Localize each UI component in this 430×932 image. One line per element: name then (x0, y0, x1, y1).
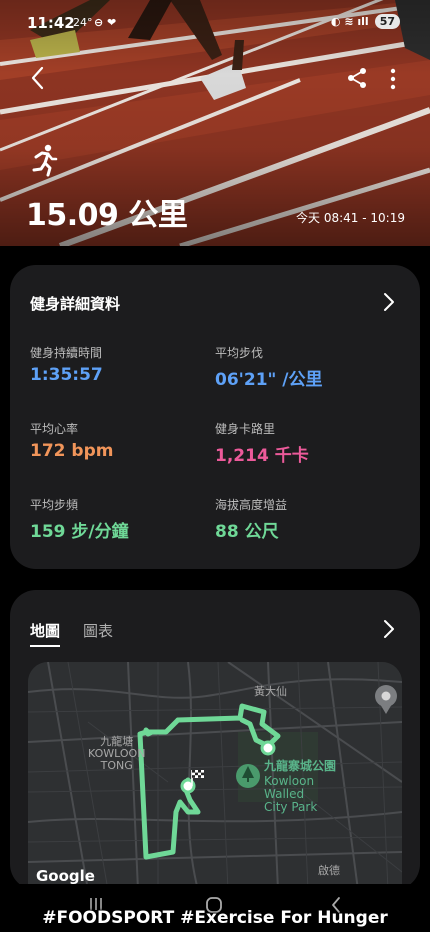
map-label-kowloon-tong: 九龍塘 KOWLOON TONG (88, 735, 146, 772)
battery-indicator: 57 (374, 14, 400, 29)
total-distance: 15.09 公里 (26, 198, 188, 233)
status-notification-icons: ⊖ ❤ (94, 16, 117, 29)
chevron-left-icon[interactable] (28, 64, 48, 92)
tab-chart[interactable]: 圖表 (83, 620, 113, 641)
watermark-text: #FOODSPORT #Exercise For Hunger (42, 908, 388, 928)
running-icon (32, 144, 58, 177)
stat-label-elevation: 海拔高度增益 (215, 498, 288, 512)
stat-value-calories: 1,214 千卡 (215, 446, 309, 466)
stat-value-elevation: 88 公尺 (215, 522, 279, 542)
map-card: 地圖 圖表 黃大仙 九龍塘 KOWLOON TONG 九龍寨城公園 Kowloo… (10, 590, 420, 890)
stat-label-cadence: 平均步頻 (30, 498, 79, 512)
stat-label-calories: 健身卡路里 (215, 422, 276, 436)
stat-value-pace: 06'21" /公里 (215, 370, 323, 390)
stat-label-pace: 平均步伐 (215, 346, 264, 360)
tab-map[interactable]: 地圖 (30, 620, 61, 647)
stat-label-heart-rate: 平均心率 (30, 422, 79, 436)
stat-value-heart-rate: 172 bpm (30, 441, 114, 461)
park-pin-icon (236, 764, 260, 788)
status-right: ◐ ≋ ıll 57 (331, 14, 400, 29)
status-temperature: 24° (73, 16, 93, 29)
map-streets (28, 662, 402, 890)
status-bar: 11:42 24° ⊖ ❤ ◐ ≋ ıll 57 (0, 12, 430, 34)
stat-label-duration: 健身持續時間 (30, 346, 103, 360)
more-vertical-icon[interactable] (386, 66, 400, 92)
map-label-park-zh: 九龍寨城公園 (264, 759, 337, 773)
chevron-right-icon[interactable] (382, 618, 396, 640)
stat-value-duration: 1:35:57 (30, 365, 103, 385)
chevron-right-icon[interactable] (382, 291, 396, 313)
signal-icon: ◐ ≋ ıll (330, 15, 369, 28)
map-label-park-en: Kowloon Walled City Park (264, 774, 318, 814)
stat-value-cadence: 159 步/分鐘 (30, 522, 129, 542)
route-map[interactable]: 黃大仙 九龍塘 KOWLOON TONG 九龍寨城公園 Kowloon Wall… (28, 662, 402, 890)
google-logo: Google (36, 867, 95, 885)
details-title: 健身詳細資料 (30, 295, 121, 313)
map-label-kai-tak: 啟德 (318, 864, 340, 877)
workout-date-range: 今天 08:41 - 10:19 (296, 211, 405, 225)
share-icon[interactable] (346, 67, 368, 89)
workout-details-card[interactable]: 健身詳細資料 健身持續時間 1:35:57 平均步伐 06'21" /公里 平均… (10, 265, 420, 569)
status-time: 11:42 (27, 14, 75, 32)
route-end-marker (260, 740, 276, 756)
map-label-wong-tai-sin: 黃大仙 (254, 685, 287, 698)
